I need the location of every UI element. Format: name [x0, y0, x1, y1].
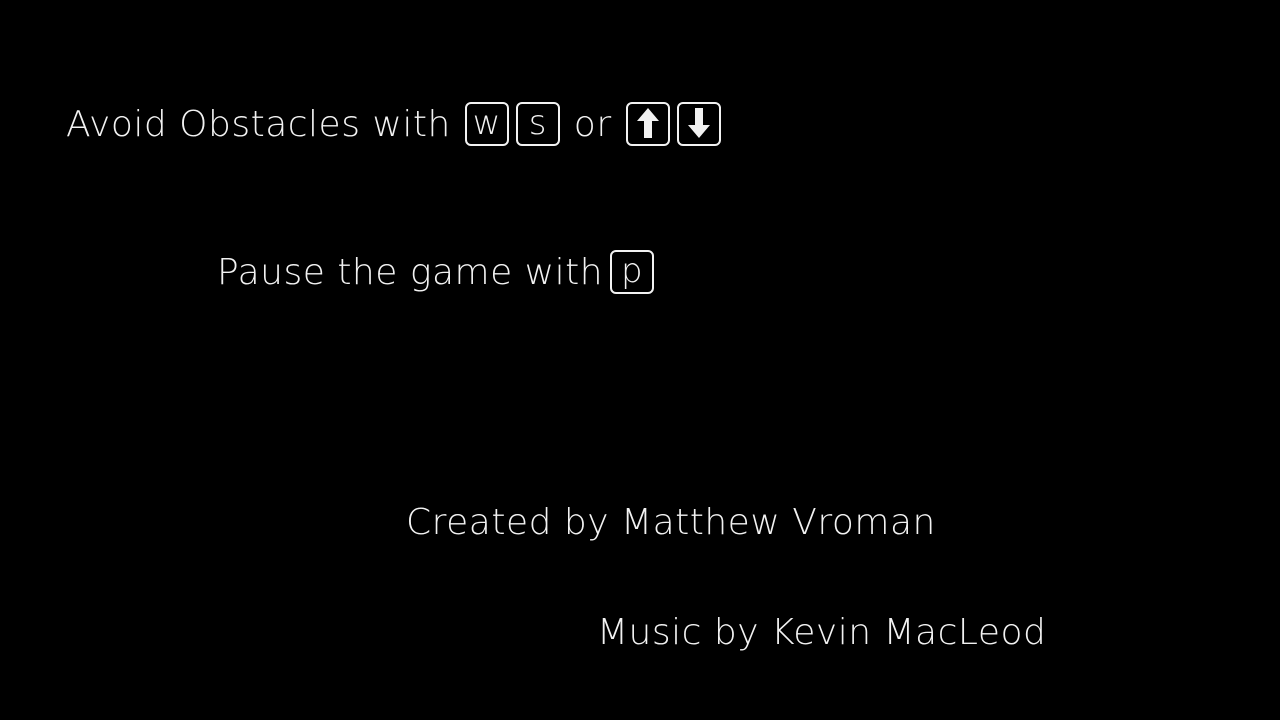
avoid-obstacles-instruction: Avoid Obstacles with w s or — [66, 100, 721, 148]
arrow-up-icon — [636, 108, 659, 138]
or-text: or — [573, 103, 612, 145]
pause-text: Pause the game with — [217, 251, 604, 293]
music-by-credit: Music by Kevin MacLeod — [597, 611, 1047, 653]
arrow-down-icon — [687, 108, 710, 138]
key-p: p — [610, 250, 655, 294]
arrow-down-key — [676, 102, 721, 146]
key-s: s — [515, 102, 560, 146]
arrow-up-key — [625, 102, 670, 146]
pause-instruction: Pause the game with p — [217, 248, 655, 296]
created-by-credit: Created by Matthew Vroman — [406, 501, 936, 543]
avoid-obstacles-text: Avoid Obstacles with — [66, 103, 451, 145]
key-w: w — [464, 102, 509, 146]
